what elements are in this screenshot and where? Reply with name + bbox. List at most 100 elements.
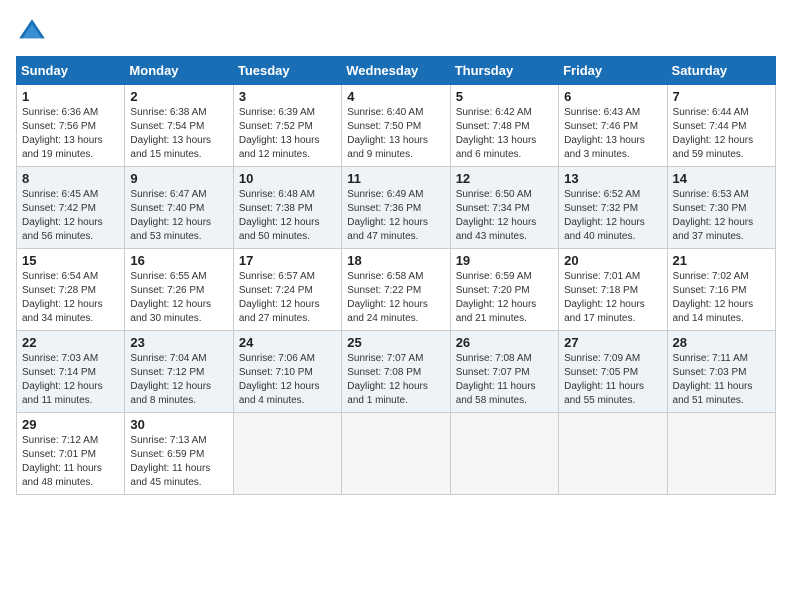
day-number: 24 — [239, 335, 336, 350]
logo-icon — [16, 16, 48, 48]
day-info: Sunrise: 6:49 AMSunset: 7:36 PMDaylight:… — [347, 188, 444, 244]
calendar-day-5: 5 Sunrise: 6:42 AMSunset: 7:48 PMDaylight… — [450, 85, 558, 167]
column-header-sunday: Sunday — [17, 57, 125, 85]
day-info: Sunrise: 6:45 AMSunset: 7:42 PMDaylight:… — [22, 188, 119, 244]
calendar-day-10: 10 Sunrise: 6:48 AMSunset: 7:38 PMDayligh… — [233, 167, 341, 249]
calendar-day-1: 1Sunrise: 6:36 AMSunset: 7:56 PMDaylight… — [17, 85, 125, 167]
calendar-day-14: 14 Sunrise: 6:53 AMSunset: 7:30 PMDayligh… — [667, 167, 775, 249]
logo — [16, 16, 52, 48]
day-info: Sunrise: 7:07 AMSunset: 7:08 PMDaylight:… — [347, 352, 444, 408]
day-info: Sunrise: 6:57 AMSunset: 7:24 PMDaylight:… — [239, 270, 336, 326]
day-number: 29 — [22, 417, 119, 432]
day-info: Sunrise: 7:02 AMSunset: 7:16 PMDaylight:… — [673, 270, 770, 326]
day-number: 28 — [673, 335, 770, 350]
page-header — [16, 16, 776, 48]
day-number: 4 — [347, 89, 444, 104]
column-header-tuesday: Tuesday — [233, 57, 341, 85]
day-info: Sunrise: 6:53 AMSunset: 7:30 PMDaylight:… — [673, 188, 770, 244]
day-info: Sunrise: 7:01 AMSunset: 7:18 PMDaylight:… — [564, 270, 661, 326]
day-number: 13 — [564, 171, 661, 186]
day-info: Sunrise: 7:06 AMSunset: 7:10 PMDaylight:… — [239, 352, 336, 408]
day-number: 6 — [564, 89, 661, 104]
column-header-saturday: Saturday — [667, 57, 775, 85]
day-number: 15 — [22, 253, 119, 268]
day-number: 22 — [22, 335, 119, 350]
calendar-day-18: 18 Sunrise: 6:58 AMSunset: 7:22 PMDayligh… — [342, 249, 450, 331]
calendar-week-row: 15 Sunrise: 6:54 AMSunset: 7:28 PMDayligh… — [17, 249, 776, 331]
day-info: Sunrise: 6:50 AMSunset: 7:34 PMDaylight:… — [456, 188, 553, 244]
calendar-day-23: 23 Sunrise: 7:04 AMSunset: 7:12 PMDayligh… — [125, 331, 233, 413]
calendar-day-30: 30 Sunrise: 7:13 AMSunset: 6:59 PMDayligh… — [125, 413, 233, 495]
day-number: 25 — [347, 335, 444, 350]
column-header-monday: Monday — [125, 57, 233, 85]
calendar-week-row: 1Sunrise: 6:36 AMSunset: 7:56 PMDaylight… — [17, 85, 776, 167]
calendar-day-8: 8Sunrise: 6:45 AMSunset: 7:42 PMDaylight… — [17, 167, 125, 249]
day-number: 1 — [22, 89, 119, 104]
day-info: Sunrise: 6:42 AMSunset: 7:48 PMDaylight:… — [456, 106, 553, 162]
calendar-week-row: 29 Sunrise: 7:12 AMSunset: 7:01 PMDayligh… — [17, 413, 776, 495]
calendar-day-20: 20 Sunrise: 7:01 AMSunset: 7:18 PMDayligh… — [559, 249, 667, 331]
calendar-day-28: 28 Sunrise: 7:11 AMSunset: 7:03 PMDayligh… — [667, 331, 775, 413]
calendar-day-29: 29 Sunrise: 7:12 AMSunset: 7:01 PMDayligh… — [17, 413, 125, 495]
day-info: Sunrise: 7:03 AMSunset: 7:14 PMDaylight:… — [22, 352, 119, 408]
day-number: 11 — [347, 171, 444, 186]
day-number: 21 — [673, 253, 770, 268]
calendar-header-row: SundayMondayTuesdayWednesdayThursdayFrid… — [17, 57, 776, 85]
calendar-day-2: 2Sunrise: 6:38 AMSunset: 7:54 PMDaylight… — [125, 85, 233, 167]
day-info: Sunrise: 6:59 AMSunset: 7:20 PMDaylight:… — [456, 270, 553, 326]
column-header-wednesday: Wednesday — [342, 57, 450, 85]
calendar-day-16: 16 Sunrise: 6:55 AMSunset: 7:26 PMDayligh… — [125, 249, 233, 331]
day-info: Sunrise: 6:55 AMSunset: 7:26 PMDaylight:… — [130, 270, 227, 326]
day-number: 5 — [456, 89, 553, 104]
calendar-day-26: 26Sunrise: 7:08 AMSunset: 7:07 PMDayligh… — [450, 331, 558, 413]
calendar-day-27: 27 Sunrise: 7:09 AMSunset: 7:05 PMDayligh… — [559, 331, 667, 413]
calendar-day-4: 4 Sunrise: 6:40 AMSunset: 7:50 PMDaylight… — [342, 85, 450, 167]
day-info: Sunrise: 7:11 AMSunset: 7:03 PMDaylight:… — [673, 352, 770, 408]
calendar-day-22: 22 Sunrise: 7:03 AMSunset: 7:14 PMDayligh… — [17, 331, 125, 413]
column-header-friday: Friday — [559, 57, 667, 85]
day-info: Sunrise: 7:04 AMSunset: 7:12 PMDaylight:… — [130, 352, 227, 408]
calendar-day-15: 15 Sunrise: 6:54 AMSunset: 7:28 PMDayligh… — [17, 249, 125, 331]
calendar-week-row: 22 Sunrise: 7:03 AMSunset: 7:14 PMDayligh… — [17, 331, 776, 413]
day-info: Sunrise: 7:13 AMSunset: 6:59 PMDaylight:… — [130, 434, 227, 490]
calendar-empty-cell — [667, 413, 775, 495]
calendar-week-row: 8Sunrise: 6:45 AMSunset: 7:42 PMDaylight… — [17, 167, 776, 249]
day-info: Sunrise: 6:44 AMSunset: 7:44 PMDaylight:… — [673, 106, 770, 162]
calendar-day-24: 24 Sunrise: 7:06 AMSunset: 7:10 PMDayligh… — [233, 331, 341, 413]
day-info: Sunrise: 7:12 AMSunset: 7:01 PMDaylight:… — [22, 434, 119, 490]
day-number: 23 — [130, 335, 227, 350]
day-number: 16 — [130, 253, 227, 268]
day-number: 10 — [239, 171, 336, 186]
day-info: Sunrise: 7:09 AMSunset: 7:05 PMDaylight:… — [564, 352, 661, 408]
day-info: Sunrise: 6:48 AMSunset: 7:38 PMDaylight:… — [239, 188, 336, 244]
day-info: Sunrise: 6:39 AMSunset: 7:52 PMDaylight:… — [239, 106, 336, 162]
day-number: 9 — [130, 171, 227, 186]
calendar-table: SundayMondayTuesdayWednesdayThursdayFrid… — [16, 56, 776, 495]
day-number: 12 — [456, 171, 553, 186]
calendar-empty-cell — [233, 413, 341, 495]
day-info: Sunrise: 6:40 AMSunset: 7:50 PMDaylight:… — [347, 106, 444, 162]
column-header-thursday: Thursday — [450, 57, 558, 85]
calendar-day-13: 13Sunrise: 6:52 AMSunset: 7:32 PMDayligh… — [559, 167, 667, 249]
day-number: 18 — [347, 253, 444, 268]
calendar-day-17: 17Sunrise: 6:57 AMSunset: 7:24 PMDayligh… — [233, 249, 341, 331]
day-number: 20 — [564, 253, 661, 268]
day-info: Sunrise: 6:58 AMSunset: 7:22 PMDaylight:… — [347, 270, 444, 326]
day-number: 3 — [239, 89, 336, 104]
day-info: Sunrise: 6:54 AMSunset: 7:28 PMDaylight:… — [22, 270, 119, 326]
calendar-day-9: 9Sunrise: 6:47 AMSunset: 7:40 PMDaylight… — [125, 167, 233, 249]
calendar-day-21: 21 Sunrise: 7:02 AMSunset: 7:16 PMDayligh… — [667, 249, 775, 331]
calendar-day-3: 3 Sunrise: 6:39 AMSunset: 7:52 PMDaylight… — [233, 85, 341, 167]
calendar-day-7: 7Sunrise: 6:44 AMSunset: 7:44 PMDaylight… — [667, 85, 775, 167]
calendar-empty-cell — [450, 413, 558, 495]
day-number: 19 — [456, 253, 553, 268]
day-number: 27 — [564, 335, 661, 350]
calendar-day-11: 11 Sunrise: 6:49 AMSunset: 7:36 PMDayligh… — [342, 167, 450, 249]
day-number: 14 — [673, 171, 770, 186]
day-number: 30 — [130, 417, 227, 432]
calendar-day-12: 12 Sunrise: 6:50 AMSunset: 7:34 PMDayligh… — [450, 167, 558, 249]
day-number: 2 — [130, 89, 227, 104]
calendar-empty-cell — [559, 413, 667, 495]
day-info: Sunrise: 7:08 AMSunset: 7:07 PMDaylight:… — [456, 352, 553, 408]
calendar-empty-cell — [342, 413, 450, 495]
